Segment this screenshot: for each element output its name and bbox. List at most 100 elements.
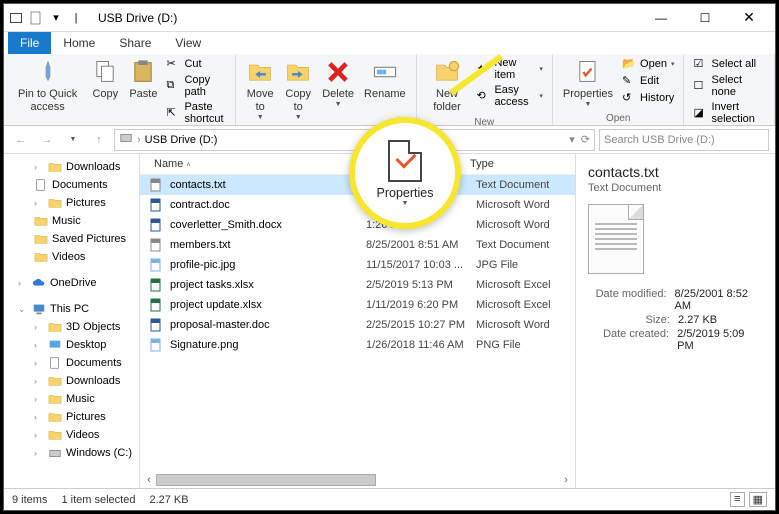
copy-to-button[interactable]: Copy to▼ [280,56,316,125]
close-button[interactable]: ✕ [727,6,771,30]
recent-locations-button[interactable]: ▼ [62,129,84,151]
nav-downloads-2[interactable]: ›Downloads [4,372,139,390]
open-label: Open [559,112,678,125]
nav-music-2[interactable]: ›Music [4,390,139,408]
qat-properties-icon[interactable] [28,10,44,26]
nav-videos[interactable]: Videos [4,248,139,266]
invert-selection-button[interactable]: ◪Invert selection [690,100,768,126]
qat-dropdown-icon[interactable]: ▾ [48,10,64,26]
nav-videos-2[interactable]: ›Videos [4,426,139,444]
file-type: Text Document [476,179,575,191]
pin-quick-access-button[interactable]: Pin to Quick access [10,56,85,116]
file-icon [148,217,164,233]
address-dropdown-icon[interactable]: ▾ [569,133,575,146]
move-to-button[interactable]: Move to▼ [242,56,278,125]
view-large-icons-icon[interactable]: ▦ [749,492,767,507]
file-date: 2/5/2019 5:13 PM [366,279,476,291]
edit-button[interactable]: ✎Edit [619,73,677,89]
file-date: 2/25/2015 10:27 PM [366,319,476,331]
file-type: Text Document [476,239,575,251]
file-name: proposal-master.doc [170,319,366,331]
file-type: JPG File [476,259,575,271]
search-input[interactable]: Search USB Drive (D:) [599,129,769,151]
status-item-count: 9 items [12,494,47,506]
refresh-icon[interactable]: ⟳ [581,133,590,146]
nav-pictures-2[interactable]: ›Pictures [4,408,139,426]
maximize-button[interactable]: ☐ [683,6,727,30]
scroll-thumb[interactable] [156,474,376,486]
file-type: PNG File [476,339,575,351]
nav-pictures[interactable]: ›Pictures [4,194,139,212]
content-area: Name ˄ Date modified Type contacts.txtTe… [140,154,775,488]
shortcut-icon: ⇱ [166,106,180,120]
file-type: Microsoft Word [476,199,575,211]
nav-saved-pictures[interactable]: Saved Pictures [4,230,139,248]
status-selected-count: 1 item selected [61,494,135,506]
chevron-down-icon: ▼ [335,101,342,109]
minimize-button[interactable]: — [639,6,683,30]
column-type[interactable]: Type [470,158,575,170]
ribbon-group-clipboard: Pin to Quick access Copy Paste ✂Cut ⧉Cop… [4,54,236,125]
history-button[interactable]: ↺History [619,90,677,106]
nav-desktop[interactable]: ›Desktop [4,336,139,354]
nav-this-pc[interactable]: ⌄This PC [4,300,139,318]
copy-path-icon: ⧉ [166,79,180,93]
tab-share[interactable]: Share [107,32,163,54]
file-row[interactable]: profile-pic.jpg11/15/2017 10:03 ...JPG F… [140,255,575,275]
nav-3d-objects[interactable]: ›3D Objects [4,318,139,336]
history-icon: ↺ [622,91,636,105]
nav-music[interactable]: Music [4,212,139,230]
ribbon: Pin to Quick access Copy Paste ✂Cut ⧉Cop… [4,54,775,126]
nav-downloads[interactable]: ›Downloads [4,158,139,176]
file-row[interactable]: coverletter_Smith.docx1:26 PMMicrosoft W… [140,215,575,235]
chevron-down-icon: ▼ [257,114,264,122]
file-date: 11/15/2017 10:03 ... [366,259,476,271]
copy-path-button[interactable]: ⧉Copy path [163,73,229,99]
details-file-type: Text Document [588,182,763,194]
copy-button[interactable]: Copy [87,56,123,103]
file-row[interactable]: Signature.png1/26/2018 11:46 AMPNG File [140,335,575,355]
back-button[interactable]: ← [10,129,32,151]
file-row[interactable]: project update.xlsx1/11/2019 6:20 PMMicr… [140,295,575,315]
properties-callout-icon [388,140,422,182]
tab-view[interactable]: View [163,32,213,54]
view-details-icon[interactable]: ≡ [730,492,744,507]
copy-label: Copy [92,88,118,101]
paste-button[interactable]: Paste [125,56,161,103]
paste-shortcut-button[interactable]: ⇱Paste shortcut [163,100,229,126]
delete-button[interactable]: Delete▼ [318,56,358,112]
app-icon [8,10,24,26]
rename-button[interactable]: Rename [360,56,410,103]
file-name: project update.xlsx [170,299,366,311]
file-type: Microsoft Word [476,219,575,231]
up-button[interactable]: ↑ [88,129,110,151]
tab-home[interactable]: Home [51,32,107,54]
nav-documents[interactable]: Documents [4,176,139,194]
select-all-icon: ☑ [693,57,707,71]
column-name[interactable]: Name ˄ [140,158,360,170]
address-path: USB Drive (D:) [145,134,218,146]
chevron-down-icon: ▼ [402,200,409,207]
nav-documents-2[interactable]: ›Documents [4,354,139,372]
forward-button[interactable]: → [36,129,58,151]
easy-access-button[interactable]: ⟲Easy access▾ [473,83,545,109]
window-controls: — ☐ ✕ [639,6,771,30]
titlebar: ▾ | USB Drive (D:) — ☐ ✕ [4,4,775,32]
annotation-callout: Properties ▼ [349,117,461,229]
nav-windows-c[interactable]: ›Windows (C:) [4,444,139,462]
file-row[interactable]: members.txt8/25/2001 8:51 AMText Documen… [140,235,575,255]
properties-button[interactable]: Properties▼ [559,56,617,112]
select-all-button[interactable]: ☑Select all [690,56,768,72]
navigation-pane: ›Downloads Documents ›Pictures Music Sav… [4,154,140,488]
file-icon [148,197,164,213]
select-none-button[interactable]: ☐Select none [690,73,768,99]
file-row[interactable]: proposal-master.doc2/25/2015 10:27 PMMic… [140,315,575,335]
cut-button[interactable]: ✂Cut [163,56,229,72]
nav-onedrive[interactable]: ›OneDrive [4,274,139,292]
file-icon [148,337,164,353]
horizontal-scrollbar[interactable]: ‹› [140,472,575,488]
tab-file[interactable]: File [8,32,51,54]
open-button[interactable]: 📂Open▾ [619,56,677,72]
file-row[interactable]: project tasks.xlsx2/5/2019 5:13 PMMicros… [140,275,575,295]
file-name: contract.doc [170,199,366,211]
